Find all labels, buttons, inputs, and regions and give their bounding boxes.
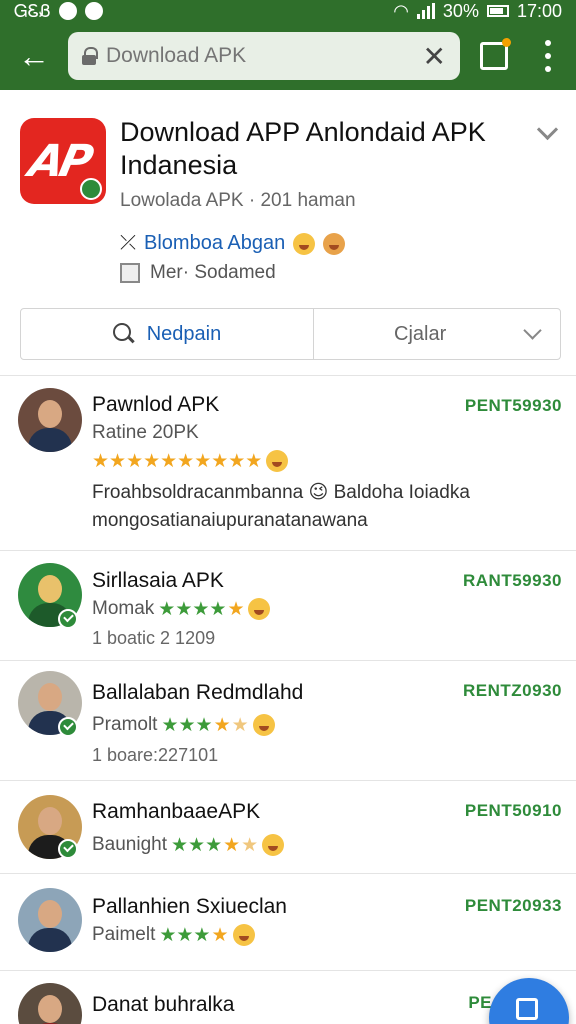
filter-dropdown[interactable]: Cjalar — [314, 309, 560, 359]
rating-label: Pramolt — [92, 714, 158, 735]
tabs-button[interactable] — [480, 38, 511, 70]
review-name: RamhanbaaeAPK — [92, 800, 261, 823]
chevron-down-icon — [524, 326, 540, 342]
emoji-icon — [252, 714, 275, 736]
list-item[interactable]: Pawnlod APK PENT59930 Ratine 20PK ★★★★★★… — [0, 375, 576, 550]
list-item[interactable]: Pallanhien Sxiueclan PENT20933 Paimelt ★… — [0, 873, 576, 970]
star-icons: ★★★★★★★★★★ — [92, 450, 263, 472]
review-code: RANT59930 — [463, 571, 562, 590]
meta-row: Mer· Sodamed — [120, 262, 276, 284]
emoji-icon — [266, 450, 289, 472]
arrow-left-icon: ← — [18, 37, 50, 74]
search-icon — [112, 323, 135, 345]
url-bar[interactable]: ✕ — [68, 32, 460, 80]
verified-icon — [58, 609, 78, 629]
browser-toolbar: ← ✕ — [0, 22, 576, 90]
avatar — [18, 983, 82, 1024]
emoji-icon — [323, 232, 346, 255]
chart-icon — [120, 263, 140, 283]
avatar — [18, 888, 82, 952]
review-rating: Paimelt ★★★ ★ — [92, 924, 255, 946]
meta-text: Mer· Sodamed — [150, 262, 276, 283]
review-code: PE — [468, 993, 492, 1012]
wifi-icon: ◠ — [393, 0, 409, 21]
avatar — [18, 388, 82, 452]
review-name: Danat buhralka — [92, 993, 235, 1016]
battery-icon — [486, 5, 509, 17]
edit-icon — [516, 998, 538, 1020]
tools-icon: ⤫ — [120, 232, 136, 254]
back-button[interactable]: ← — [0, 22, 68, 90]
app-title: Download APP Anlondaid APK Indanesia — [120, 117, 486, 180]
review-list: Pawnlod APK PENT59930 Ratine 20PK ★★★★★★… — [0, 375, 576, 1024]
verified-icon — [58, 717, 78, 737]
review-rating: Momak ★★★★ ★ — [92, 598, 271, 620]
search-button[interactable]: Nedpain — [21, 309, 314, 359]
review-text: Froahbsoldracanmbanna 😉 Baldoha Ioiadka … — [92, 482, 470, 531]
chevron-down-icon[interactable] — [536, 122, 558, 144]
rating-label: Baunight — [92, 834, 168, 855]
lock-icon — [82, 47, 98, 65]
emoji-icon — [293, 232, 316, 255]
star-icons: ★★★ ★ — [159, 924, 229, 946]
search-filter-bar: Nedpain Cjalar — [20, 308, 561, 360]
close-icon[interactable]: ✕ — [423, 40, 446, 73]
review-code: PENT20933 — [464, 896, 562, 915]
review-date: 1 boatic 2 1209 — [92, 628, 216, 648]
review-date: 1 boare:227101 — [92, 745, 219, 765]
review-name: Pawnlod APK — [92, 393, 220, 416]
developer-row: ⤫ Blomboa Abgan — [120, 232, 346, 255]
star-icons: ★★★★★ — [171, 834, 259, 856]
emoji-icon — [248, 598, 271, 620]
rating-label: Ratine 20PK — [92, 422, 199, 443]
notification-icon — [58, 2, 77, 20]
app-icon[interactable]: AP — [20, 118, 106, 204]
rating-label: Momak — [92, 598, 155, 619]
review-name: Sirllasaia APK — [92, 569, 224, 592]
review-rating: Ratine 20PK — [92, 422, 199, 444]
app-header: AP Download APP Anlondaid APK Indanesia … — [0, 90, 576, 375]
rating-label: Paimelt — [92, 924, 156, 945]
review-code: PENT50910 — [464, 801, 562, 820]
app-subtitle: Lowolada APK · 201 haman — [120, 190, 356, 211]
review-code: PENT59930 — [464, 396, 562, 415]
review-name: Pallanhien Sxiueclan — [92, 895, 287, 918]
verified-badge-icon — [80, 178, 102, 200]
star-icons: ★★★★★ — [161, 714, 249, 736]
developer-link[interactable]: Blomboa Abgan — [144, 232, 285, 255]
star-rating: ★★★★★★★★★★ — [92, 450, 289, 472]
review-code: RENTZ0930 — [463, 681, 562, 700]
list-item[interactable]: RamhanbaaeAPK PENT50910 Baunight ★★★ ★ ★ — [0, 780, 576, 873]
filter-label: Cjalar — [394, 322, 447, 345]
star-icons: ★★★★★ — [158, 598, 245, 620]
review-name: Ballalaban Redmdlahd — [92, 681, 304, 704]
status-bar: ᏀᏋᏰ ◠ 30% 17:00 — [0, 0, 576, 22]
more-vert-icon[interactable] — [535, 40, 561, 72]
emoji-icon — [232, 924, 255, 946]
emoji-icon — [262, 834, 285, 856]
list-item[interactable]: Sirllasaia APK RANT59930 Momak ★★★★ ★ 1 b… — [0, 550, 576, 660]
review-rating: Baunight ★★★ ★ ★ — [92, 834, 285, 856]
url-input[interactable] — [106, 44, 396, 68]
verified-icon — [58, 839, 78, 859]
notification-icon — [84, 2, 103, 20]
status-notification-icons: ᏀᏋᏰ — [14, 0, 51, 21]
signal-icon — [416, 3, 435, 19]
review-rating: Pramolt ★★★ ★ ★ — [92, 714, 275, 736]
search-label: Nedpain — [146, 322, 222, 345]
status-time: 17:00 — [516, 0, 562, 21]
list-item[interactable]: Ballalaban Redmdlahd RENTZ0930 Pramolt ★… — [0, 660, 576, 780]
battery-percent: 30% — [442, 0, 479, 21]
